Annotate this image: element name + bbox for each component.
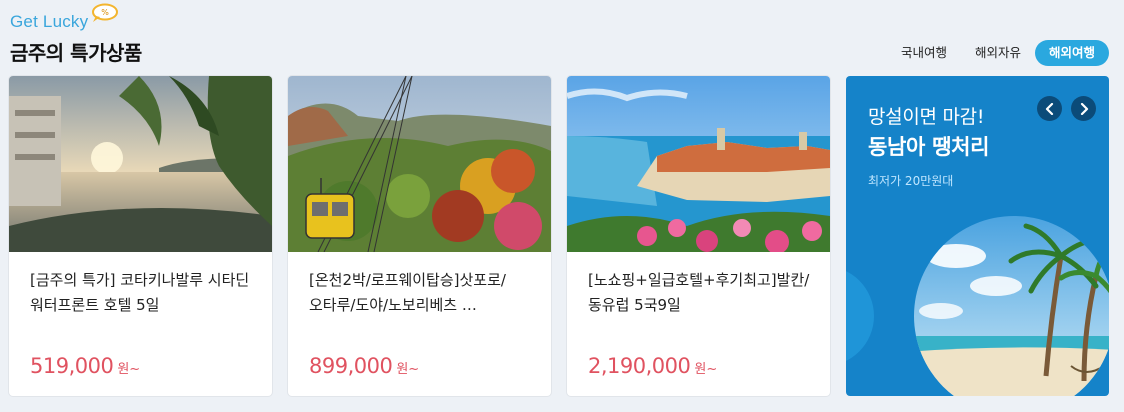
product-card[interactable]: [온천2박/로프웨이탑승]삿포로/오타루/도야/노보리베츠 … 899,000 … <box>288 76 551 396</box>
product-name[interactable]: [금주의 특가] 코타키나발루 시타딘 워터프론트 호텔 5일 <box>30 268 255 318</box>
category-tabs: 국내여행 해외자유 해외여행 <box>887 40 1109 66</box>
promo-subtitle: 최저가 20만원대 <box>868 174 954 188</box>
brand-logo: Get Lucky <box>10 12 89 31</box>
chevron-right-icon <box>1080 102 1088 115</box>
section-title: 금주의 특가상품 <box>10 41 142 65</box>
price-unit: 원~ <box>694 362 718 377</box>
price-unit: 원~ <box>117 362 141 377</box>
price-row: 2,190,000 원~ <box>588 354 717 378</box>
product-price: 519,000 <box>30 354 114 378</box>
product-price: 2,190,000 <box>588 354 691 378</box>
product-name[interactable]: [노쇼핑+일급호텔+후기최고]발칸/동유럽 5국9일 <box>588 268 813 318</box>
promo-title: 동남아 땡처리 <box>868 135 990 159</box>
product-card[interactable]: [금주의 특가] 코타키나발루 시타딘 워터프론트 호텔 5일 519,000 … <box>9 76 272 396</box>
ropeway-autumn-mountain-image <box>288 76 551 252</box>
percent-badge-text: % <box>101 8 109 17</box>
dubrovnik-coast-image <box>567 76 830 252</box>
next-button[interactable] <box>1071 96 1096 121</box>
palm-beach-image <box>846 216 1109 396</box>
product-name[interactable]: [온천2박/로프웨이탑승]삿포로/오타루/도야/노보리베츠 … <box>309 268 534 318</box>
price-row: 519,000 원~ <box>30 354 140 378</box>
promo-banner[interactable]: 망설이면 마감! 동남아 땡처리 최저가 20만원대 <box>846 76 1109 396</box>
tab-overseas-free[interactable]: 해외자유 <box>961 40 1035 66</box>
chevron-left-icon <box>1045 102 1053 115</box>
product-price: 899,000 <box>309 354 393 378</box>
tab-overseas-tour[interactable]: 해외여행 <box>1034 40 1109 66</box>
promo-headline: 망설이면 마감! <box>868 106 985 128</box>
price-unit: 원~ <box>396 362 420 377</box>
prev-button[interactable] <box>1037 96 1062 121</box>
product-card[interactable]: [노쇼핑+일급호텔+후기최고]발칸/동유럽 5국9일 2,190,000 원~ <box>567 76 830 396</box>
infinity-pool-sunset-image <box>9 76 272 252</box>
tab-domestic[interactable]: 국내여행 <box>887 40 961 66</box>
percent-bubble-icon: % <box>92 3 118 22</box>
price-row: 899,000 원~ <box>309 354 419 378</box>
